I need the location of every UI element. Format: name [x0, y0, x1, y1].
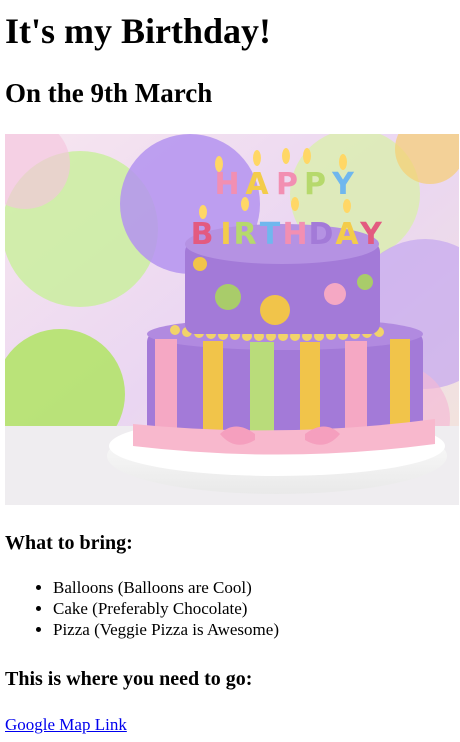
- svg-text:H: H: [214, 167, 239, 202]
- location-heading: This is where you need to go:: [5, 668, 253, 690]
- svg-text:Y: Y: [359, 217, 383, 252]
- svg-text:A: A: [335, 217, 359, 252]
- svg-text:H: H: [282, 217, 307, 252]
- svg-text:D: D: [309, 217, 334, 252]
- list-item: Pizza (Veggie Pizza is Awesome): [53, 619, 279, 640]
- svg-text:P: P: [304, 167, 326, 202]
- birthday-cake-image: H A P P Y B I R T H D A Y: [5, 134, 459, 505]
- what-to-bring-heading: What to bring:: [5, 532, 133, 554]
- page-title: It's my Birthday!: [5, 11, 272, 51]
- google-map-link[interactable]: Google Map Link: [5, 714, 127, 735]
- list-item: Cake (Preferably Chocolate): [53, 598, 279, 619]
- bring-list: Balloons (Balloons are Cool) Cake (Prefe…: [5, 577, 279, 640]
- cake-illustration: H A P P Y B I R T H D A Y: [5, 134, 459, 505]
- svg-text:I: I: [220, 217, 231, 252]
- svg-text:A: A: [245, 167, 269, 202]
- svg-text:P: P: [276, 167, 298, 202]
- svg-text:B: B: [191, 217, 214, 252]
- svg-text:R: R: [233, 217, 256, 252]
- list-item: Balloons (Balloons are Cool): [53, 577, 279, 598]
- svg-text:T: T: [260, 217, 281, 252]
- svg-text:Y: Y: [331, 167, 355, 202]
- page-subtitle: On the 9th March: [5, 78, 213, 108]
